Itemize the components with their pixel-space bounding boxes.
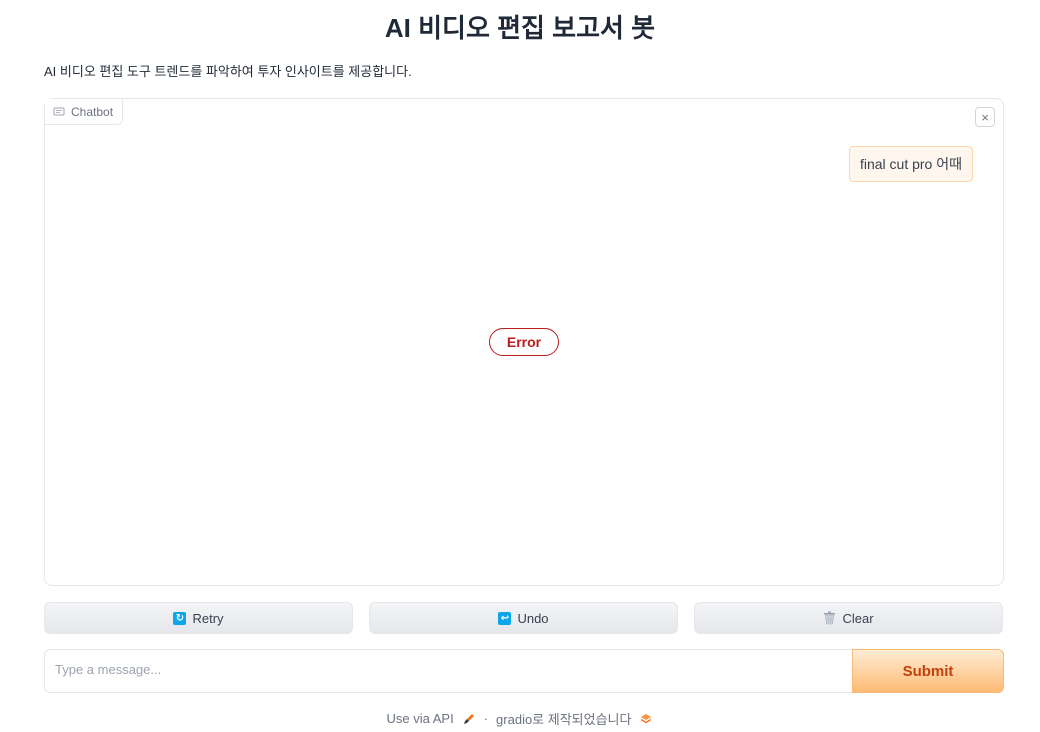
footer-separator: · — [483, 711, 489, 726]
gradio-logo-icon — [641, 713, 652, 723]
built-with-gradio: gradio로 제작되었습니다 — [496, 712, 632, 727]
user-message: final cut pro 어때 — [848, 146, 973, 182]
submit-button[interactable]: Submit — [852, 649, 1004, 693]
retry-label: Retry — [192, 610, 224, 626]
clear-button[interactable]: Clear — [694, 602, 1003, 634]
refresh-icon: ↻ — [173, 611, 187, 625]
use-via-api-link[interactable]: Use via API — [387, 711, 454, 726]
trash-icon — [824, 611, 836, 625]
page-description: AI 비디오 편집 도구 트렌드를 파악하여 투자 인사이트를 제공합니다. — [44, 64, 412, 79]
chatbot-label-text: Chatbot — [71, 104, 114, 119]
close-icon[interactable]: × — [975, 107, 995, 127]
rocket-icon — [463, 713, 474, 724]
undo-label: Undo — [517, 610, 549, 626]
clear-label: Clear — [842, 610, 874, 626]
footer: Use via API · gradio로 제작되었습니다 — [0, 709, 1040, 728]
page-title: AI 비디오 편집 보고서 봇 — [384, 13, 656, 43]
undo-button[interactable]: ↩ Undo — [369, 602, 678, 634]
message-input[interactable] — [44, 649, 853, 693]
undo-icon: ↩ — [498, 611, 512, 625]
retry-button[interactable]: ↻ Retry — [44, 602, 353, 634]
chatbot-panel: Chatbot × final cut pro 어때 Error — [44, 98, 1004, 586]
chatbot-label: Chatbot — [45, 99, 124, 125]
error-badge: Error — [489, 328, 559, 356]
chat-icon — [53, 107, 65, 115]
